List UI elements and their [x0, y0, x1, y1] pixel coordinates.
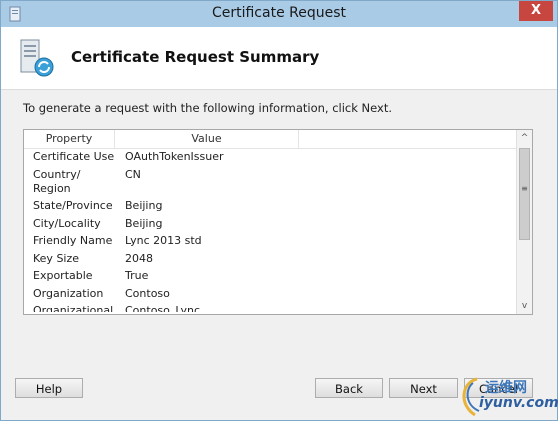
- page-title: Certificate Request Summary: [71, 48, 320, 66]
- help-button[interactable]: Help: [15, 378, 83, 398]
- list-item[interactable]: State/Province Beijing: [24, 199, 516, 213]
- scroll-up-icon[interactable]: ^: [517, 130, 532, 146]
- wizard-header: Certificate Request Summary: [1, 27, 557, 90]
- property-cell: Organization: [33, 286, 104, 300]
- value-cell: CN: [125, 167, 141, 181]
- list-item[interactable]: Country/Region CN: [24, 168, 516, 196]
- value-cell: Beijing: [125, 216, 163, 230]
- list-item[interactable]: Exportable True: [24, 269, 516, 283]
- back-button[interactable]: Back: [315, 378, 383, 398]
- next-button[interactable]: Next: [389, 378, 458, 398]
- watermark-url: iyunv.com: [479, 395, 558, 411]
- list-rows: Certificate Use OAuthTokenIssuer Country/R…: [24, 150, 516, 312]
- window-title: Certificate Request: [211, 5, 347, 21]
- value-cell: Contoso: [125, 286, 170, 300]
- scroll-down-icon[interactable]: v: [517, 298, 532, 314]
- list-item[interactable]: Key Size 2048: [24, 252, 516, 266]
- title-bar[interactable]: Certificate Request X: [1, 1, 557, 27]
- property-cell: Country/Region: [33, 167, 81, 195]
- property-cell: Key Size: [33, 251, 80, 265]
- watermark-chinese: 运维网: [485, 380, 527, 396]
- value-cell: 2048: [125, 251, 153, 265]
- value-cell: Lync 2013 std: [125, 234, 202, 247]
- property-cell: State/Province: [33, 199, 113, 212]
- property-cell: Organizational: [33, 304, 114, 312]
- value-cell: Beijing: [125, 199, 163, 212]
- property-cell: Certificate Use: [33, 150, 115, 163]
- value-cell: True: [125, 269, 149, 282]
- value-cell: OAuthTokenIssuer: [125, 150, 224, 163]
- server-certificate-icon: [20, 39, 54, 77]
- list-item[interactable]: Organization Contoso: [24, 287, 516, 301]
- value-cell: Contoso_Lync: [125, 304, 201, 312]
- summary-list[interactable]: Property Value Certificate Use OAuthToken…: [23, 129, 533, 315]
- certificate-request-window: Certificate Request X Certificate Reques…: [0, 0, 558, 421]
- list-item[interactable]: Friendly Name Lync 2013 std: [24, 234, 516, 248]
- list-item[interactable]: City/Locality Beijing: [24, 217, 516, 231]
- list-header: Property Value: [24, 130, 516, 149]
- instruction-text: To generate a request with the following…: [23, 101, 393, 115]
- list-item[interactable]: Certificate Use OAuthTokenIssuer: [24, 150, 516, 164]
- column-header-property[interactable]: Property: [24, 130, 115, 148]
- property-cell: Exportable: [33, 269, 93, 282]
- watermark: 运维网 iyunv.com: [457, 375, 558, 420]
- column-header-value[interactable]: Value: [115, 130, 299, 148]
- close-button[interactable]: X: [519, 1, 553, 21]
- list-item[interactable]: Organizational Contoso_Lync: [24, 304, 516, 312]
- scroll-thumb[interactable]: ≡: [519, 148, 530, 240]
- vertical-scrollbar[interactable]: ^ ≡ v: [516, 130, 532, 314]
- property-cell: City/Locality: [33, 216, 101, 230]
- property-cell: Friendly Name: [33, 234, 113, 247]
- grip-icon: ≡: [521, 184, 528, 193]
